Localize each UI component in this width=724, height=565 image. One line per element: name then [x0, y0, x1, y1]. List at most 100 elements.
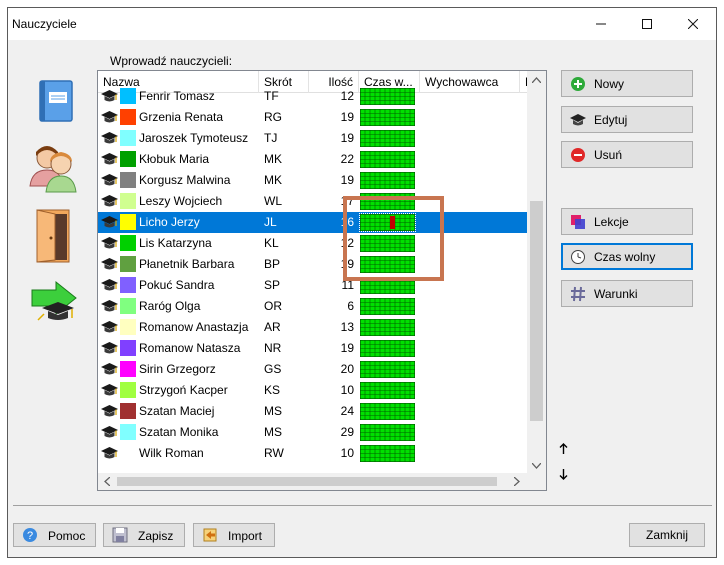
horizontal-scroll-thumb[interactable]: [117, 477, 497, 486]
table-row[interactable]: Leszy Wojciech WL 17: [98, 191, 527, 212]
table-row[interactable]: Strzygoń Kacper KS 10: [98, 380, 527, 401]
table-row[interactable]: Kłobuk Maria MK 22: [98, 149, 527, 170]
free-time-grid[interactable]: [360, 256, 415, 273]
hash-icon: [571, 286, 585, 302]
free-time-grid[interactable]: [360, 361, 415, 378]
edit-button-label: Edytuj: [594, 113, 628, 127]
table-row[interactable]: Szatan Maciej MS 24: [98, 401, 527, 422]
teacher-name: Płanetnik Barbara: [139, 257, 235, 271]
import-icon: [203, 528, 217, 542]
table-row[interactable]: Romanow Natasza NR 19: [98, 338, 527, 359]
free-time-grid[interactable]: [360, 172, 415, 189]
scroll-right-icon[interactable]: [514, 477, 520, 486]
import-button[interactable]: Import: [193, 523, 275, 547]
teacher-color-swatch: [120, 340, 136, 356]
new-button[interactable]: Nowy: [561, 70, 693, 97]
teacher-lesson-count: 16: [340, 215, 354, 229]
free-time-grid[interactable]: [360, 340, 415, 357]
table-row[interactable]: Pokuć Sandra SP 11: [98, 275, 527, 296]
help-button-label: Pomoc: [48, 529, 86, 543]
arrow-export-icon[interactable]: [28, 278, 80, 326]
teacher-name: Szatan Maciej: [139, 404, 215, 418]
teacher-color-swatch: [120, 193, 136, 209]
close-button[interactable]: Zamknij: [629, 523, 705, 547]
graduation-cap-icon: [101, 384, 118, 396]
free-time-grid[interactable]: [360, 403, 415, 420]
table-row[interactable]: Romanow Anastazja AR 13: [98, 317, 527, 338]
graduation-cap-icon: [101, 426, 118, 438]
table-row[interactable]: Szatan Monika MS 29: [98, 422, 527, 443]
teacher-lesson-count: 19: [340, 257, 354, 271]
move-down-icon[interactable]: [559, 469, 568, 480]
teacher-name: Jaroszek Tymoteusz: [139, 131, 249, 145]
maximize-icon: [642, 19, 652, 29]
vertical-scroll-thumb[interactable]: [530, 201, 543, 421]
delete-button[interactable]: Usuń: [561, 141, 693, 168]
free-time-grid[interactable]: [360, 319, 415, 336]
teacher-name: Pokuć Sandra: [139, 278, 215, 292]
free-time-grid[interactable]: [360, 109, 415, 126]
teacher-lesson-count: 19: [340, 173, 354, 187]
free-time-grid[interactable]: [360, 424, 415, 441]
section-label: Wprowadź nauczycieli:: [110, 54, 233, 68]
free-time-grid[interactable]: [360, 298, 415, 315]
table-row[interactable]: Raróg Olga OR 6: [98, 296, 527, 317]
teacher-name: Raróg Olga: [139, 299, 201, 313]
table-row[interactable]: Fenrir Tomasz TF 12: [98, 86, 527, 107]
teacher-name: Korgusz Malwina: [139, 173, 231, 187]
table-row[interactable]: Wilk Roman RW 10: [98, 443, 527, 464]
teacher-color-swatch: [120, 130, 136, 146]
teacher-lesson-count: 10: [340, 446, 354, 460]
table-row[interactable]: Grzenia Renata RG 19: [98, 107, 527, 128]
free-time-grid[interactable]: [360, 277, 415, 294]
minimize-button[interactable]: [578, 8, 624, 40]
teacher-name: Sirin Grzegorz: [139, 362, 216, 376]
horizontal-scrollbar[interactable]: [98, 473, 527, 490]
scroll-up-icon[interactable]: [532, 77, 541, 83]
free-time-grid[interactable]: [359, 213, 416, 232]
people-icon[interactable]: [28, 142, 78, 194]
save-button[interactable]: Zapisz: [103, 523, 185, 547]
import-button-label: Import: [228, 529, 263, 543]
teacher-color-swatch: [120, 361, 136, 377]
scroll-left-icon[interactable]: [104, 477, 110, 486]
book-icon[interactable]: [34, 78, 76, 124]
teacher-color-swatch: [120, 109, 136, 125]
free-time-button[interactable]: Czas wolny: [561, 243, 693, 270]
scroll-down-icon[interactable]: [532, 463, 541, 469]
minimize-icon: [596, 23, 606, 25]
table-row[interactable]: Korgusz Malwina MK 19: [98, 170, 527, 191]
svg-text:?: ?: [27, 530, 33, 542]
conditions-button[interactable]: Warunki: [561, 280, 693, 307]
teacher-lesson-count: 20: [340, 362, 354, 376]
teacher-name: Wilk Roman: [139, 446, 204, 460]
teacher-color-swatch: [120, 424, 136, 440]
free-time-grid[interactable]: [360, 235, 415, 252]
free-time-grid[interactable]: [360, 382, 415, 399]
teachers-grid[interactable]: Nazwa Skrót Ilość Czas w... Wychowawca F…: [97, 70, 547, 491]
move-up-icon[interactable]: [559, 443, 568, 454]
free-time-grid[interactable]: [360, 130, 415, 147]
free-time-grid[interactable]: [360, 445, 415, 462]
conditions-button-label: Warunki: [594, 287, 638, 301]
edit-button[interactable]: Edytuj: [561, 106, 693, 133]
teacher-color-swatch: [120, 298, 136, 314]
lessons-button[interactable]: Lekcje: [561, 208, 693, 235]
graduation-cap-icon: [101, 258, 118, 270]
teacher-name: Leszy Wojciech: [139, 194, 223, 208]
free-time-grid[interactable]: [360, 88, 415, 105]
free-time-grid[interactable]: [360, 151, 415, 168]
vertical-scrollbar[interactable]: [527, 71, 546, 473]
table-row[interactable]: Płanetnik Barbara BP 19: [98, 254, 527, 275]
free-time-grid[interactable]: [360, 193, 415, 210]
door-icon[interactable]: [33, 208, 73, 264]
remove-icon: [571, 148, 585, 162]
maximize-button[interactable]: [624, 8, 670, 40]
help-button[interactable]: ? Pomoc: [13, 523, 96, 547]
table-row[interactable]: Jaroszek Tymoteusz TJ 19: [98, 128, 527, 149]
graduation-cap-icon: [101, 279, 118, 291]
table-row[interactable]: Licho Jerzy JL 16: [98, 212, 527, 233]
table-row[interactable]: Lis Katarzyna KL 12: [98, 233, 527, 254]
close-window-button[interactable]: [670, 8, 716, 40]
table-row[interactable]: Sirin Grzegorz GS 20: [98, 359, 527, 380]
